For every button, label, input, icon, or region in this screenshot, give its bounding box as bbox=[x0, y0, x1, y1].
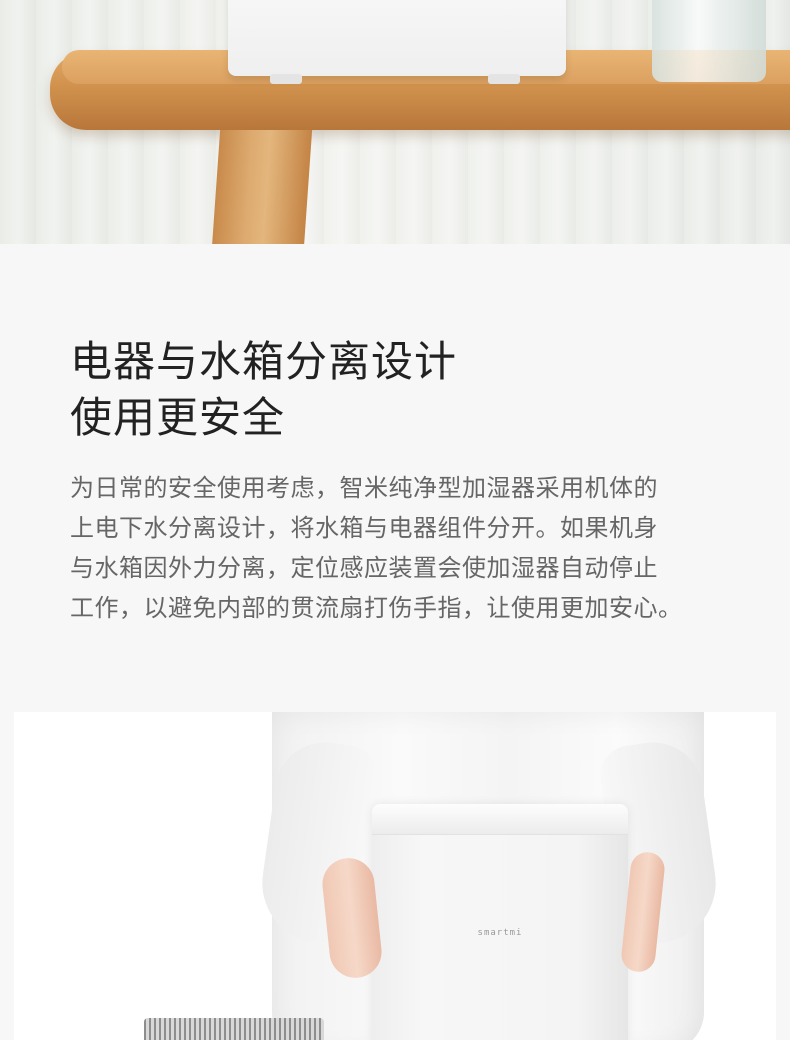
description-line-4: 工作，以避免内部的贯流扇打伤手指，让使用更加安心。 bbox=[70, 594, 683, 622]
brand-label: smartmi bbox=[477, 928, 523, 938]
humidifier-foot-right bbox=[488, 74, 520, 84]
shelf-leg bbox=[211, 130, 313, 244]
hero-image bbox=[0, 0, 790, 244]
headline-line-2: 使用更安全 bbox=[70, 393, 286, 442]
feature-description: 为日常的安全使用考虑，智米纯净型加湿器采用机体的 上电下水分离设计，将水箱与电器… bbox=[70, 468, 730, 628]
feature-headline: 电器与水箱分离设计 使用更安全 bbox=[70, 334, 457, 446]
feature-section: 电器与水箱分离设计 使用更安全 为日常的安全使用考虑，智米纯净型加湿器采用机体的… bbox=[0, 244, 790, 712]
humidifier-base bbox=[228, 0, 566, 76]
headline-line-1: 电器与水箱分离设计 bbox=[70, 337, 458, 386]
water-tank-box: smartmi bbox=[372, 804, 628, 1040]
cross-flow-fan bbox=[144, 1018, 324, 1040]
description-line-2: 上电下水分离设计，将水箱与电器组件分开。如果机身 bbox=[70, 514, 658, 542]
water-tank-lid bbox=[372, 804, 628, 835]
product-photo: smartmi bbox=[14, 712, 776, 1040]
description-line-1: 为日常的安全使用考虑，智米纯净型加湿器采用机体的 bbox=[70, 474, 658, 502]
humidifier-foot-left bbox=[270, 74, 302, 84]
description-line-3: 与水箱因外力分离，定位感应装置会使加湿器自动停止 bbox=[70, 554, 658, 582]
water-glass bbox=[652, 0, 766, 82]
